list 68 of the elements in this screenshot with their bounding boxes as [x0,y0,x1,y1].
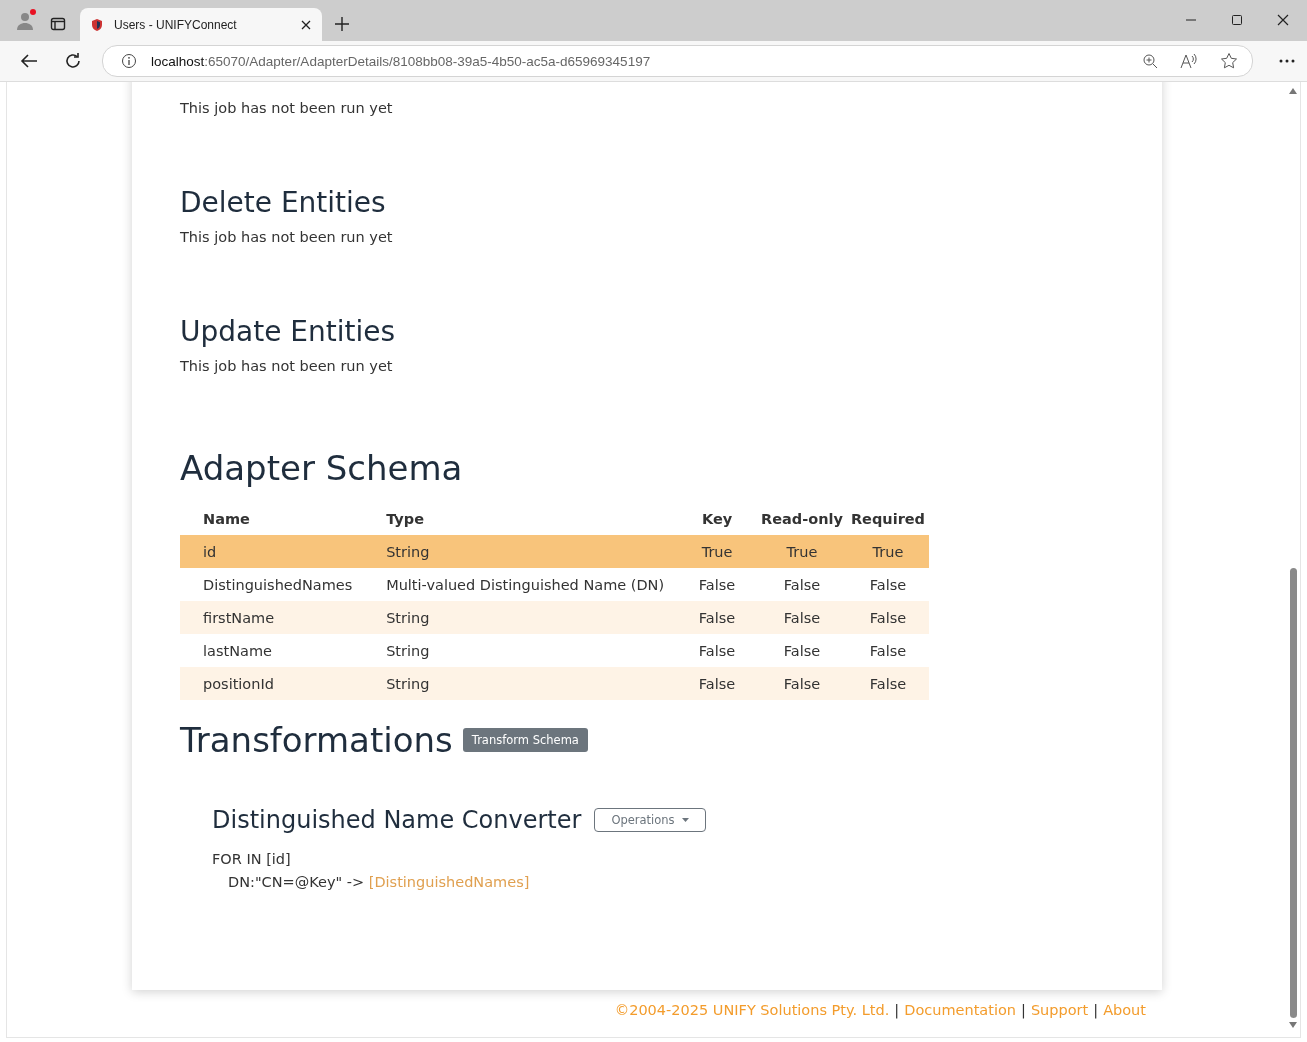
read-aloud-icon[interactable] [1180,53,1198,69]
table-cell[interactable]: False [846,568,929,601]
table-cell[interactable]: id [180,535,364,568]
caret-icon [681,818,689,822]
job-status-text: This job has not been run yet [180,358,394,374]
separator-text: | [1021,1002,1026,1018]
tab-actions-icon[interactable] [50,16,66,32]
table-cell[interactable]: False [757,568,847,601]
info-icon[interactable] [121,53,137,69]
table-cell[interactable]: String [363,535,678,568]
separator-text: | [894,1002,900,1018]
scrollbar-thumb[interactable] [1289,568,1297,1018]
shield-icon [90,17,104,32]
scroll-down-icon[interactable] [1289,1022,1297,1028]
maximize-icon[interactable] [1231,14,1243,26]
star-icon[interactable] [1220,52,1238,70]
plus-icon[interactable] [334,16,350,32]
address-field[interactable]: localhost:65070/Adapter/AdapterDetails/8108bb08-39a5-4b50-ac5a-d65969345197 [102,45,1253,77]
column-header: Name [180,502,364,535]
section-heading: Update Entities [180,315,397,348]
url-text: localhost:65070/Adapter/AdapterDetails/8108bb08-39a5-4b50-ac5a-d65969345197 [151,53,651,69]
table-cell[interactable]: String [363,634,678,667]
table-cell[interactable]: positionId [180,667,364,700]
close-icon[interactable] [300,18,312,31]
refresh-icon[interactable] [64,52,82,70]
table-cell[interactable]: True [846,535,929,568]
table-cell[interactable]: Multi-valued Distinguished Name (DN) [363,568,678,601]
table-cell[interactable]: False [677,601,758,634]
tab-title: Users - UNIFYConnect [114,17,238,32]
table-cell[interactable]: True [677,535,758,568]
section-heading: Adapter Schema [180,448,464,488]
table-cell[interactable]: False [677,634,758,667]
more-icon[interactable] [1279,59,1295,63]
column-header: Required [846,502,929,535]
table-cell[interactable]: False [677,667,758,700]
table-cell[interactable]: False [757,601,847,634]
table-cell[interactable]: DistinguishedNames [180,568,364,601]
close-icon[interactable] [1277,14,1289,26]
copyright-text: ©2004-2025 UNIFY Solutions Pty. Ltd. [614,1002,890,1018]
zoom-icon[interactable] [1142,53,1158,69]
table-cell[interactable]: True [757,535,847,568]
section-heading: Delete Entities [180,186,387,219]
table-cell[interactable]: False [846,601,929,634]
job-status-text: This job has not been run yet [180,229,394,245]
operations-dropdown[interactable]: Operations [594,808,706,832]
section-heading: Transformations [180,720,453,760]
back-icon[interactable] [20,52,38,70]
rule-text: DN:"CN=@Key" -> [228,874,365,890]
scroll-up-icon[interactable] [1289,88,1297,94]
table-cell[interactable]: False [846,667,929,700]
table-cell[interactable]: String [363,601,678,634]
table-cell[interactable]: False [846,634,929,667]
job-status-text: This job has not been run yet [180,100,394,116]
table-cell[interactable]: False [757,634,847,667]
column-header: Type [363,502,678,535]
table-cell[interactable]: False [757,667,847,700]
separator-text: | [1093,1002,1099,1018]
profile-icon[interactable] [14,8,38,32]
transformation-title: Distinguished Name Converter [212,806,582,834]
browser-tab[interactable]: Users - UNIFYConnect [80,8,322,41]
table-cell[interactable]: firstName [180,601,364,634]
column-header: Key [677,502,758,535]
table-cell[interactable]: lastName [180,634,364,667]
table-cell[interactable]: False [677,568,758,601]
rule-text: FOR IN [id] [212,850,292,869]
transform-schema-button[interactable]: Transform Schema [462,728,588,752]
table-cell[interactable]: String [363,667,678,700]
column-header: Read-only [757,502,847,535]
